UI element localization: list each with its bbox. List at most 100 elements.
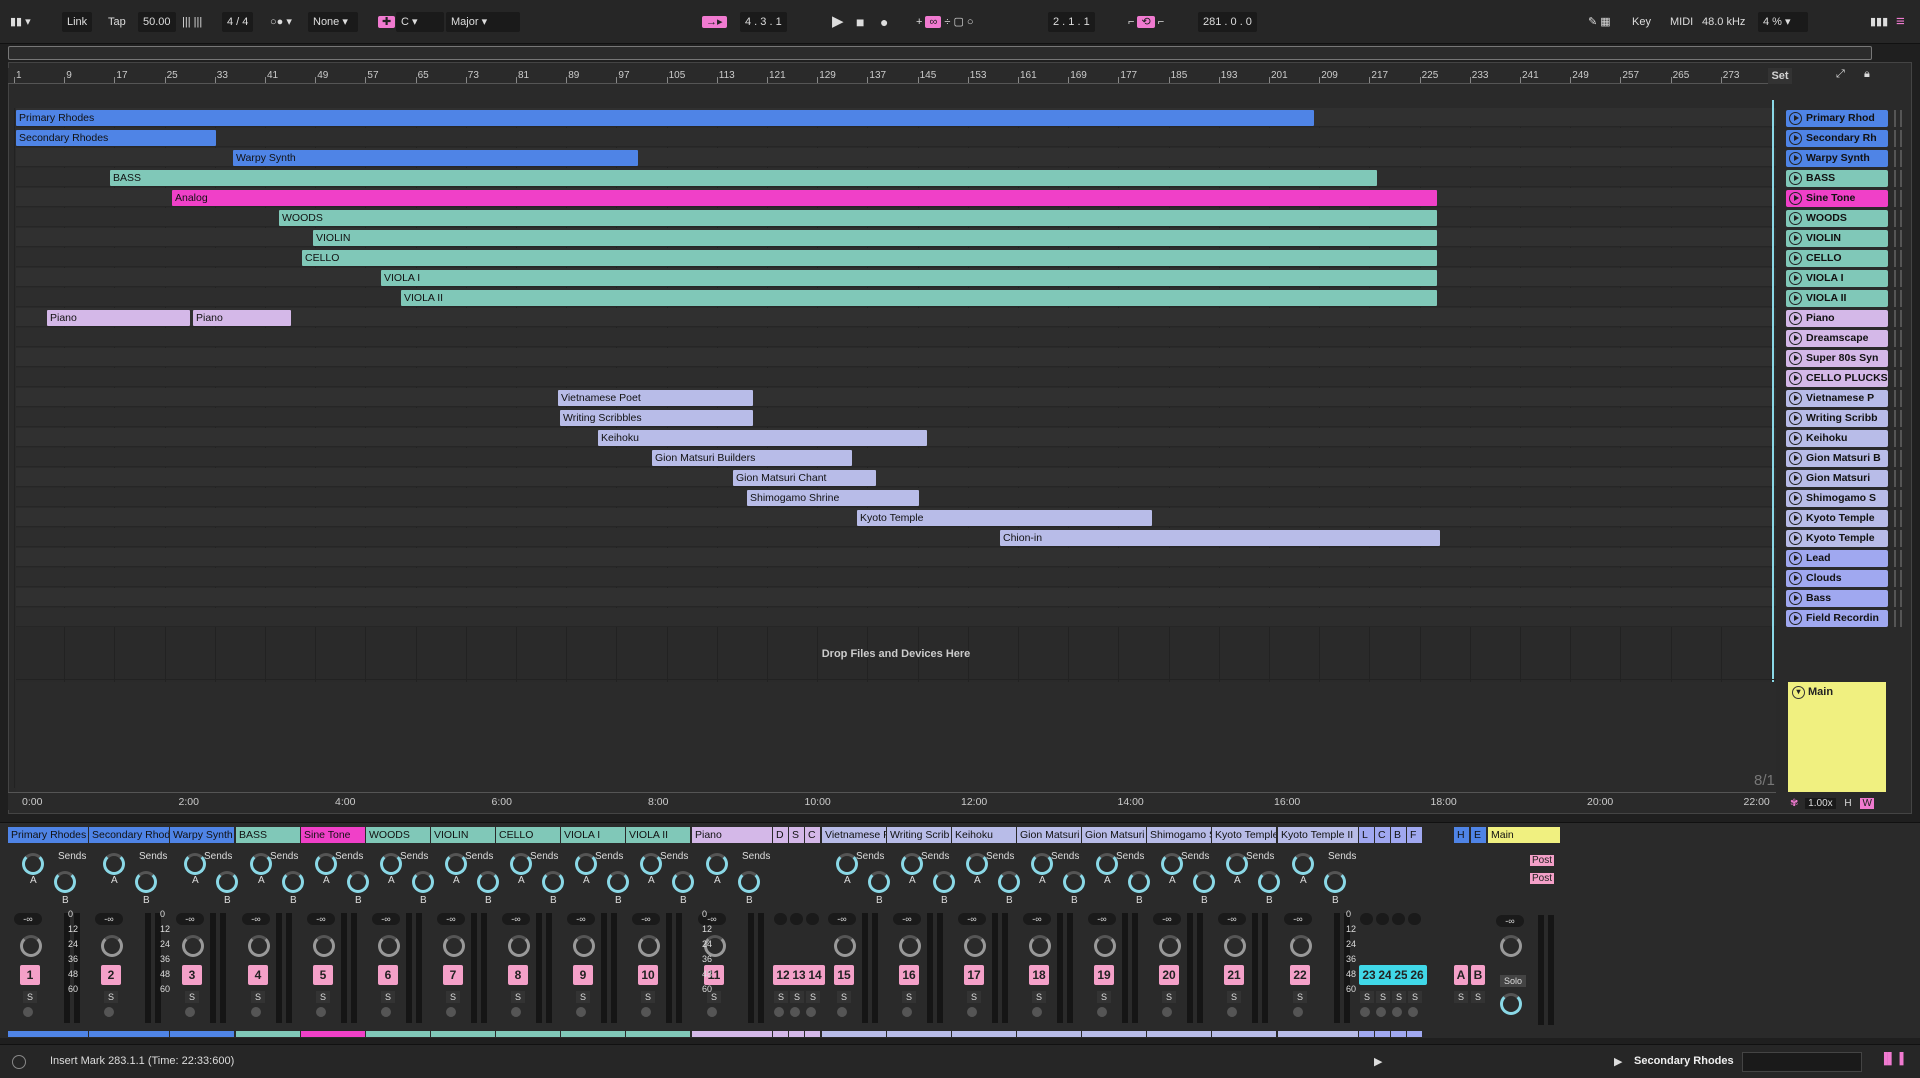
pan-knob[interactable] [1094, 935, 1116, 957]
solo-button[interactable]: S [446, 991, 460, 1003]
track-header[interactable]: Keihoku [1786, 429, 1888, 447]
solo-button[interactable]: S [1162, 991, 1176, 1003]
track-header[interactable]: BASS [1786, 169, 1888, 187]
solo-button[interactable]: S [23, 991, 37, 1003]
track-header[interactable]: CELLO [1786, 249, 1888, 267]
channel-name[interactable]: Shimogamo S [1147, 827, 1211, 843]
play-clip-icon[interactable] [1789, 331, 1802, 345]
master-volume-field[interactable]: -∞ [1496, 915, 1524, 927]
solo-button[interactable]: S [1392, 991, 1406, 1003]
track-header[interactable]: Lead [1786, 549, 1888, 567]
solo-button[interactable]: S [1408, 991, 1422, 1003]
w-toggle[interactable]: W [1860, 798, 1874, 809]
record-icon[interactable]: ● [880, 12, 888, 32]
song-position-field[interactable]: 4 . 3 . 1 [740, 12, 787, 32]
track-header[interactable]: VIOLIN [1786, 229, 1888, 247]
clip[interactable]: Vietnamese Poet [558, 389, 753, 406]
return-solo[interactable]: S [1454, 991, 1468, 1003]
follow-icon[interactable]: →▸ [702, 12, 727, 32]
arm-button[interactable] [576, 1007, 586, 1017]
track-lane[interactable] [16, 348, 1776, 367]
tempo-field[interactable]: 50.00 [138, 12, 176, 32]
volume-field[interactable]: -∞ [176, 913, 204, 925]
clip[interactable]: Chion-in [1000, 529, 1440, 546]
mini-overview[interactable] [1742, 1052, 1862, 1072]
clip[interactable]: Keihoku [598, 429, 927, 446]
track-header[interactable]: Primary Rhod [1786, 109, 1888, 127]
solo-button[interactable]: S [902, 991, 916, 1003]
solo-button[interactable]: S [1227, 991, 1241, 1003]
post-button[interactable]: Post [1530, 855, 1555, 866]
solo-button[interactable]: S [806, 991, 820, 1003]
settings-icon[interactable]: ✾ [1790, 798, 1798, 809]
return-solo[interactable]: S [1471, 991, 1485, 1003]
solo-button[interactable]: S [251, 991, 265, 1003]
track-lane[interactable] [16, 608, 1776, 627]
track-header[interactable]: WOODS [1786, 209, 1888, 227]
chevron-down-icon[interactable]: ▾ [1792, 686, 1805, 699]
volume-field[interactable] [1376, 913, 1389, 925]
channel-name[interactable]: Kyoto Temple [1212, 827, 1276, 843]
channel-name[interactable]: Secondary Rhode [89, 827, 169, 843]
clip[interactable]: Warpy Synth [233, 149, 638, 166]
volume-field[interactable]: -∞ [1153, 913, 1181, 925]
channel-name[interactable]: B [1391, 827, 1406, 843]
play-clip-icon[interactable] [1789, 251, 1802, 265]
cue-knob[interactable] [1500, 993, 1522, 1015]
track-header[interactable]: Piano [1786, 309, 1888, 327]
track-activator[interactable]: 10 [638, 965, 658, 985]
lock-icon[interactable]: 🔒︎ [1864, 68, 1870, 81]
arm-button[interactable] [1392, 1007, 1402, 1017]
pan-knob[interactable] [899, 935, 921, 957]
play-clip-icon[interactable] [1789, 531, 1802, 545]
meter-icon[interactable]: ▐▌▐ [1880, 1053, 1903, 1065]
tap-button[interactable]: Tap [108, 12, 126, 32]
clip[interactable]: Primary Rhodes [16, 109, 1314, 126]
arm-button[interactable] [641, 1007, 651, 1017]
solo-button[interactable]: S [967, 991, 981, 1003]
channel-name[interactable]: Warpy Synth [170, 827, 234, 843]
master-name[interactable]: Main [1488, 827, 1560, 843]
track-header[interactable]: Writing Scribb [1786, 409, 1888, 427]
solo-button[interactable]: S [1376, 991, 1390, 1003]
track-activator[interactable]: 9 [573, 965, 593, 985]
channel-name[interactable]: VIOLIN [431, 827, 495, 843]
track-lane[interactable] [16, 388, 1776, 407]
track-activator[interactable]: 21 [1224, 965, 1244, 985]
send-a-knob[interactable] [836, 853, 858, 875]
play-clip-icon[interactable] [1789, 211, 1802, 225]
pan-knob[interactable] [20, 935, 42, 957]
send-a-knob[interactable] [1292, 853, 1314, 875]
loop-icon[interactable]: ⌐ ⟲ ⌐ [1128, 12, 1164, 32]
channel-name[interactable]: Writing Scrib [887, 827, 951, 843]
play-clip-icon[interactable] [1789, 191, 1802, 205]
track-activator[interactable]: 3 [182, 965, 202, 985]
zoom-factor[interactable]: 1.00x [1805, 798, 1836, 809]
track-activator[interactable]: 8 [508, 965, 528, 985]
set-label[interactable]: Set [1768, 68, 1792, 84]
key-map-button[interactable]: Key [1632, 12, 1651, 32]
volume-field[interactable] [774, 913, 787, 925]
send-a-knob[interactable] [706, 853, 728, 875]
menu-icon[interactable]: ≡ [1896, 12, 1905, 32]
channel-name[interactable]: Primary Rhodes [8, 827, 88, 843]
play-clip-icon[interactable] [1789, 411, 1802, 425]
channel-name[interactable]: S [789, 827, 804, 843]
channel-name[interactable]: Gion Matsuri [1082, 827, 1146, 843]
channel-name[interactable]: Piano [692, 827, 772, 843]
clip[interactable]: Piano [193, 309, 291, 326]
arm-button[interactable] [806, 1007, 816, 1017]
link-button[interactable]: Link [62, 12, 93, 32]
solo-button[interactable]: S [511, 991, 525, 1003]
send-b-knob[interactable] [135, 871, 157, 893]
track-lanes[interactable]: Primary Rhodes Secondary Rhodes Warpy Synt… [16, 108, 1776, 628]
arm-button[interactable] [774, 1007, 784, 1017]
arm-button[interactable] [1360, 1007, 1370, 1017]
channel-name[interactable]: CELLO [496, 827, 560, 843]
track-activator[interactable]: 17 [964, 965, 984, 985]
send-b-knob[interactable] [1324, 871, 1346, 893]
clip[interactable]: VIOLA II [401, 289, 1437, 306]
arm-button[interactable] [967, 1007, 977, 1017]
arm-button[interactable] [316, 1007, 326, 1017]
play-clip-icon[interactable] [1789, 151, 1802, 165]
